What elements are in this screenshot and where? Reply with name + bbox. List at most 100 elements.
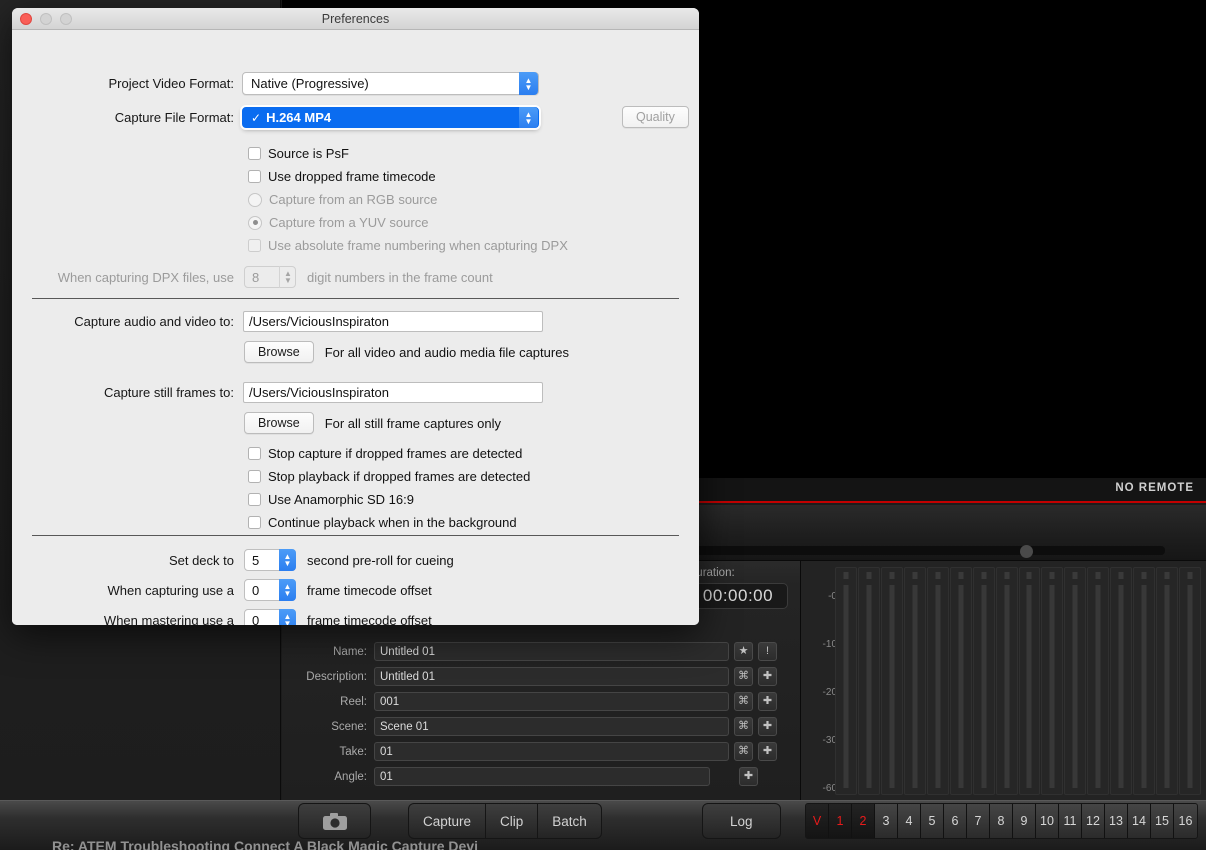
flag-exclamation-icon[interactable]: ! [758,642,777,661]
option-label: Stop capture if dropped frames are detec… [268,446,523,461]
timing-stepper[interactable]: 0 ▲ ▼ [244,609,296,625]
channel-button[interactable]: 14 [1128,804,1151,838]
metadata-input[interactable]: Scene 01 [374,717,729,736]
add-plus-icon[interactable]: ✚ [758,667,777,686]
mode-segmented-control[interactable]: Capture Clip Batch [408,803,602,839]
channel-button[interactable]: 1 [829,804,852,838]
channel-button[interactable]: 16 [1174,804,1197,838]
metadata-input[interactable]: Untitled 01 [374,667,729,686]
radio-icon[interactable] [248,215,262,230]
capture-av-path-input[interactable]: /Users/ViciousInspiraton [243,311,543,332]
metadata-input[interactable]: 001 [374,692,729,711]
tab-capture[interactable]: Capture [409,804,487,838]
metadata-row: Description: Untitled 01 ⌘ ✚ [282,664,800,689]
channel-button[interactable]: 6 [944,804,967,838]
project-video-format-select[interactable]: Native (Progressive) ▲ ▼ [242,72,539,95]
checkbox-icon[interactable] [248,516,261,529]
duration-label: Duration: [688,567,735,579]
checkbox-icon[interactable] [248,147,261,160]
channel-button[interactable]: 11 [1059,804,1082,838]
option-row[interactable]: Use absolute frame numbering when captur… [248,234,698,257]
clapperboard-icon[interactable]: ⌘ [734,742,753,761]
checkbox-icon[interactable] [248,493,261,506]
option-row[interactable]: Use dropped frame timecode [248,165,698,188]
project-video-format-row: Project Video Format: Native (Progressiv… [12,72,547,95]
timing-row: When mastering use a 0 ▲ ▼ frame timecode of… [12,605,672,625]
channel-button[interactable]: 12 [1082,804,1105,838]
metadata-input[interactable]: 01 [374,742,729,761]
add-plus-icon[interactable]: ✚ [758,717,777,736]
channel-button[interactable]: V [806,804,829,838]
channel-button[interactable]: 9 [1013,804,1036,838]
capture-still-row: Capture still frames to: /Users/ViciousI… [12,382,543,403]
timing-stepper-value: 0 [252,582,260,598]
chevron-updown-icon: ▲ ▼ [279,549,296,571]
channel-button[interactable]: 3 [875,804,898,838]
minimize-button[interactable] [40,13,52,25]
clapperboard-icon[interactable]: ⌘ [734,717,753,736]
channel-button[interactable]: 7 [967,804,990,838]
option-label: Continue playback when in the background [268,515,517,530]
add-plus-icon[interactable]: ✚ [739,767,758,786]
metadata-label: Reel: [340,695,367,708]
option-row[interactable]: Capture from a YUV source [248,211,698,234]
zoom-button[interactable] [60,13,72,25]
channel-button[interactable]: 5 [921,804,944,838]
favorite-star-icon[interactable]: ★ [734,642,753,661]
add-plus-icon[interactable]: ✚ [758,742,777,761]
log-button-group[interactable]: Log [702,803,781,839]
snapshot-button[interactable] [298,803,371,839]
duration-value[interactable]: 00:00:00 [688,583,788,609]
checkbox-icon[interactable] [248,447,261,460]
capture-av-browse-button[interactable]: Browse [244,341,314,363]
option-row[interactable]: Stop playback if dropped frames are dete… [248,465,698,488]
option-row[interactable]: Stop capture if dropped frames are detec… [248,442,698,465]
capture-file-format-select[interactable]: ✓ H.264 MP4 ▲ ▼ [242,107,539,128]
channel-button[interactable]: 15 [1151,804,1174,838]
scrub-handle[interactable] [1020,545,1033,558]
channel-selector[interactable]: V 1 2 3 4 5 6 7 8 9 10 11 12 13 14 15 16 [805,803,1198,839]
playback-options-group: Stop capture if dropped frames are detec… [248,442,698,534]
metadata-input[interactable]: 01 [374,767,710,786]
timing-stepper[interactable]: 5 ▲ ▼ [244,549,296,571]
channel-button[interactable]: 10 [1036,804,1059,838]
clapperboard-icon[interactable]: ⌘ [734,692,753,711]
dpx-digits-value: 8 [252,269,260,285]
log-button[interactable]: Log [703,804,780,838]
quality-button[interactable]: Quality [622,106,689,128]
capture-options-group: Source is PsF Use dropped frame timecode C… [248,142,698,257]
dpx-digits-stepper[interactable]: 8 ▲ ▼ [244,266,296,288]
capture-still-browse-button[interactable]: Browse [244,412,314,434]
radio-icon[interactable] [248,192,262,207]
channel-button[interactable]: 8 [990,804,1013,838]
tab-batch[interactable]: Batch [538,804,601,838]
dialog-title: Preferences [321,11,390,26]
metadata-label: Take: [339,745,368,758]
channel-button[interactable]: 2 [852,804,875,838]
timing-stepper[interactable]: 0 ▲ ▼ [244,579,296,601]
no-remote-label: NO REMOTE [1115,482,1194,494]
channel-button[interactable]: 13 [1105,804,1128,838]
meter-channel [995,567,1018,795]
capture-file-format-label: Capture File Format: [114,110,234,125]
channel-button[interactable]: 4 [898,804,921,838]
option-row[interactable]: Capture from an RGB source [248,188,698,211]
option-label: Source is PsF [268,146,349,161]
checkbox-icon[interactable] [248,470,261,483]
capture-still-path-input[interactable]: /Users/ViciousInspiraton [243,382,543,403]
option-row[interactable]: Use Anamorphic SD 16:9 [248,488,698,511]
clapperboard-icon[interactable]: ⌘ [734,667,753,686]
timing-options-group: Set deck to 5 ▲ ▼ second pre-roll for cueing… [12,545,672,625]
add-plus-icon[interactable]: ✚ [758,692,777,711]
metadata-label: Scene: [331,720,367,733]
dialog-body: Project Video Format: Native (Progressiv… [12,30,699,625]
checkbox-icon[interactable] [248,239,261,252]
meter-channel [880,567,903,795]
metadata-input[interactable]: Untitled 01 [374,642,729,661]
close-button[interactable] [20,13,32,25]
checkbox-icon[interactable] [248,170,261,183]
option-row[interactable]: Continue playback when in the background [248,511,698,534]
tab-clip[interactable]: Clip [486,804,539,838]
dialog-titlebar[interactable]: Preferences [12,8,699,30]
option-row[interactable]: Source is PsF [248,142,698,165]
